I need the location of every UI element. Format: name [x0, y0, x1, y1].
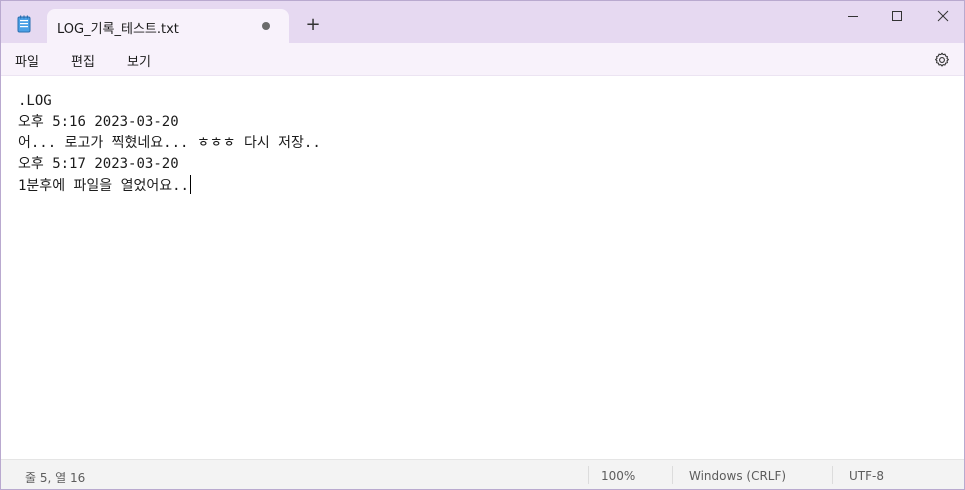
minimize-button[interactable] [830, 1, 876, 31]
zoom-level[interactable]: 100% [601, 469, 635, 483]
status-divider [588, 466, 589, 484]
menu-file[interactable]: 파일 [15, 51, 39, 70]
maximize-icon [892, 11, 902, 21]
text-editor[interactable]: .LOG 오후 5:16 2023-03-20 어... 로고가 찍혔네요...… [1, 76, 964, 459]
status-divider [832, 466, 833, 484]
menu-edit[interactable]: 편집 [71, 51, 95, 70]
status-bar: 줄 5, 열 16 100% Windows (CRLF) UTF-8 [1, 459, 964, 489]
menu-bar: 파일 편집 보기 [1, 43, 964, 76]
editor-line-with-caret: 1분후에 파일을 열었어요.. [18, 175, 191, 197]
minimize-icon [848, 16, 858, 17]
tab-document[interactable]: LOG_기록_테스트.txt [47, 9, 289, 43]
encoding[interactable]: UTF-8 [849, 469, 884, 483]
notepad-window: LOG_기록_테스트.txt + 파일 편집 보기 .LOG 오후 5:16 2… [0, 0, 965, 490]
editor-line-text: 1분후에 파일을 열었어요.. [18, 178, 189, 194]
editor-line: 어... 로고가 찍혔네요... ㅎㅎㅎ 다시 저장.. [18, 135, 321, 151]
title-bar: LOG_기록_테스트.txt + [1, 1, 964, 43]
editor-line: .LOG [18, 93, 52, 109]
status-divider [672, 466, 673, 484]
editor-line: 오후 5:17 2023-03-20 [18, 156, 179, 172]
text-caret [189, 175, 191, 194]
new-tab-button[interactable]: + [302, 14, 324, 36]
notepad-icon [17, 15, 31, 33]
editor-line: 오후 5:16 2023-03-20 [18, 114, 179, 130]
maximize-button[interactable] [874, 1, 920, 31]
close-button[interactable] [920, 1, 964, 31]
gear-icon[interactable] [933, 51, 951, 69]
tab-title: LOG_기록_테스트.txt [57, 22, 179, 37]
line-ending[interactable]: Windows (CRLF) [689, 469, 786, 483]
menu-view[interactable]: 보기 [127, 51, 151, 70]
cursor-position: 줄 5, 열 16 [25, 471, 86, 485]
unsaved-dot-icon[interactable] [262, 22, 270, 30]
close-icon [937, 10, 949, 22]
